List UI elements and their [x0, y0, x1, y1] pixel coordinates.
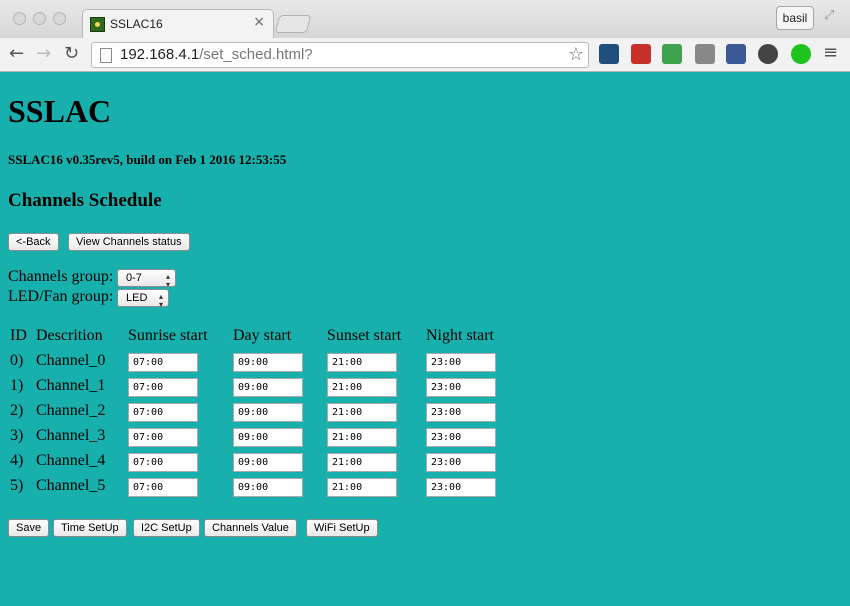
day-time-input[interactable]: 09:00 — [233, 378, 303, 397]
channels-value-button[interactable]: Channels Value — [204, 519, 297, 537]
page-icon — [100, 48, 112, 63]
row-id: 3) — [10, 427, 24, 444]
row-name: Channel_3 — [36, 427, 106, 444]
page-title: SSLAC — [8, 93, 112, 129]
night-time-input[interactable]: 23:00 — [426, 478, 496, 497]
face-extension-icon[interactable] — [695, 44, 715, 64]
site-favicon-icon — [90, 17, 105, 32]
sunrise-time-input[interactable]: 07:00 — [128, 378, 198, 397]
section-title: Channels Schedule — [8, 190, 162, 211]
select-arrows-icon: ▴ ▾ — [165, 272, 170, 289]
url-path: /set_sched.html? — [199, 46, 313, 63]
sunrise-time-input[interactable]: 07:00 — [128, 478, 198, 497]
row-id: 0) — [10, 352, 24, 369]
header-day-start: Day start — [233, 327, 292, 344]
sunset-time-input[interactable]: 21:00 — [327, 453, 397, 472]
row-name: Channel_2 — [36, 402, 106, 419]
back-arrow-icon[interactable]: ← — [9, 43, 24, 64]
sunrise-time-input[interactable]: 07:00 — [128, 428, 198, 447]
night-time-input[interactable]: 23:00 — [426, 353, 496, 372]
row-id: 5) — [10, 477, 24, 494]
row-name: Channel_0 — [36, 352, 106, 369]
close-window-icon[interactable] — [13, 12, 26, 25]
led-fan-group-value: LED — [126, 292, 148, 304]
row-name: Channel_5 — [36, 477, 106, 494]
select-arrows-icon: ▴ ▾ — [158, 292, 163, 309]
chrome-menu-icon[interactable]: ≡ — [823, 42, 838, 63]
sunset-time-input[interactable]: 21:00 — [327, 403, 397, 422]
wifi-setup-button[interactable]: WiFi SetUp — [306, 519, 378, 537]
sunset-time-input[interactable]: 21:00 — [327, 478, 397, 497]
i2c-setup-button[interactable]: I2C SetUp — [133, 519, 200, 537]
reload-icon[interactable]: ↻ — [64, 43, 79, 64]
header-night-start: Night start — [426, 327, 494, 344]
tab-title: SSLAC16 — [110, 17, 163, 31]
view-channels-status-button[interactable]: View Channels status — [68, 233, 190, 251]
facebook-extension-icon[interactable] — [726, 44, 746, 64]
header-id: ID — [10, 327, 27, 344]
sunset-time-input[interactable]: 21:00 — [327, 428, 397, 447]
channels-group-label: Channels group: — [8, 268, 114, 285]
header-sunrise-start: Sunrise start — [128, 327, 208, 344]
browser-toolbar: ← → ↻ 192.168.4.1/set_sched.html? ☆ ≡ — [0, 38, 850, 72]
night-time-input[interactable]: 23:00 — [426, 428, 496, 447]
minimize-window-icon[interactable] — [33, 12, 46, 25]
javaee-extension-icon[interactable] — [631, 44, 651, 64]
sunset-time-input[interactable]: 21:00 — [327, 378, 397, 397]
url-host: 192.168.4.1 — [120, 46, 200, 63]
day-time-input[interactable]: 09:00 — [233, 478, 303, 497]
sunset-time-input[interactable]: 21:00 — [327, 353, 397, 372]
day-time-input[interactable]: 09:00 — [233, 353, 303, 372]
build-info: SSLAC16 v0.35rev5, build on Feb 1 2016 1… — [8, 152, 287, 167]
browser-tab[interactable]: SSLAC16 × — [82, 9, 274, 38]
save-button[interactable]: Save — [8, 519, 50, 537]
row-name: Channel_1 — [36, 377, 106, 394]
fullscreen-icon[interactable]: ⤢ — [824, 8, 834, 23]
led-fan-group-select[interactable]: LED ▴ ▾ — [117, 289, 169, 309]
channels-group-select[interactable]: 0-7 ▴ ▾ — [117, 269, 176, 289]
channels-group-value: 0-7 — [126, 272, 142, 284]
row-id: 1) — [10, 377, 24, 394]
zoom-window-icon[interactable] — [53, 12, 66, 25]
night-time-input[interactable]: 23:00 — [426, 378, 496, 397]
led-fan-group-label: LED/Fan group: — [8, 288, 114, 305]
green-light-extension-icon[interactable] — [791, 44, 811, 64]
row-name: Channel_4 — [36, 452, 106, 469]
analytics-extension-icon[interactable] — [599, 44, 619, 64]
header-description: Descrition — [36, 327, 103, 344]
day-time-input[interactable]: 09:00 — [233, 403, 303, 422]
night-time-input[interactable]: 23:00 — [426, 403, 496, 422]
sunrise-time-input[interactable]: 07:00 — [128, 353, 198, 372]
sunrise-time-input[interactable]: 07:00 — [128, 453, 198, 472]
close-tab-icon[interactable]: × — [253, 14, 265, 30]
time-setup-button[interactable]: Time SetUp — [53, 519, 127, 537]
forward-arrow-icon[interactable]: → — [36, 43, 51, 64]
header-sunset-start: Sunset start — [327, 327, 402, 344]
new-tab-button[interactable] — [274, 15, 312, 33]
steering-wheel-extension-icon[interactable] — [758, 44, 778, 64]
night-time-input[interactable]: 23:00 — [426, 453, 496, 472]
sunrise-time-input[interactable]: 07:00 — [128, 403, 198, 422]
row-id: 4) — [10, 452, 24, 469]
page-content: SSLAC SSLAC16 v0.35rev5, build on Feb 1 … — [8, 72, 842, 606]
day-time-input[interactable]: 09:00 — [233, 428, 303, 447]
bookmark-star-icon[interactable]: ☆ — [568, 44, 584, 65]
row-id: 2) — [10, 402, 24, 419]
badge-3-extension-icon[interactable] — [662, 44, 682, 64]
address-bar[interactable]: 192.168.4.1/set_sched.html? ☆ — [91, 42, 589, 68]
back-button[interactable]: <-Back — [8, 233, 59, 251]
url-text: 192.168.4.1/set_sched.html? — [120, 46, 313, 63]
window-titlebar: SSLAC16 × basil ⤢ — [0, 0, 850, 38]
day-time-input[interactable]: 09:00 — [233, 453, 303, 472]
profile-button[interactable]: basil — [776, 6, 814, 30]
